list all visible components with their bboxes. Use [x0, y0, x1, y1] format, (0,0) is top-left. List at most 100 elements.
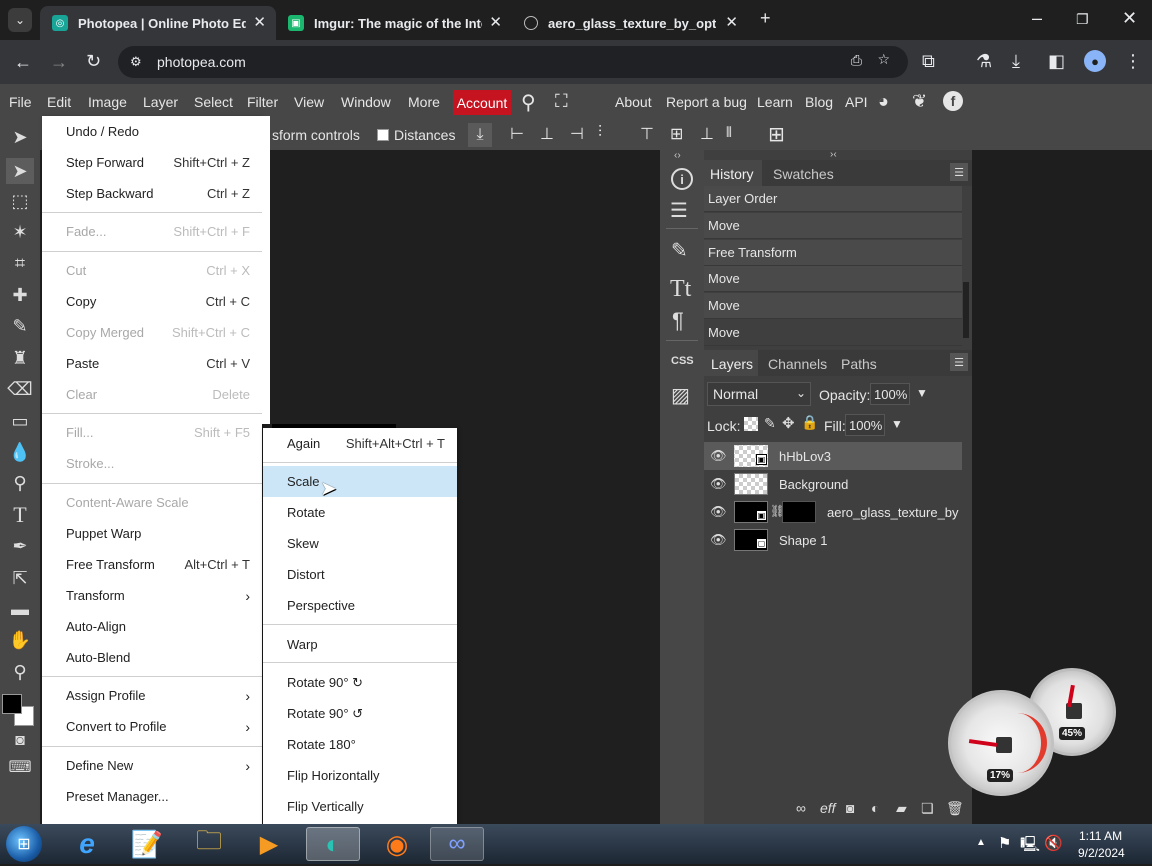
clock-date[interactable]: 9/2/2024 — [1078, 846, 1125, 860]
distribute-v-icon[interactable]: ⫴ — [726, 124, 732, 141]
edit-menu-item[interactable]: Step Forward Shift+Ctrl + Z — [42, 147, 262, 178]
link-about[interactable]: About — [615, 94, 652, 110]
new-layer-icon[interactable]: ❏ — [921, 800, 934, 817]
forward-icon[interactable]: → — [50, 52, 68, 73]
path-select-icon[interactable]: ⇱ — [6, 565, 34, 591]
edit-menu-item[interactable]: Copy Ctrl + C — [42, 286, 262, 317]
transform-menu-item[interactable]: Flip Vertically — [263, 791, 457, 822]
edit-menu-item[interactable]: Assign Profile › — [42, 680, 262, 711]
history-item-current[interactable]: Move — [704, 320, 962, 346]
layer-mask-thumbnail[interactable] — [782, 501, 816, 523]
distances-checkbox[interactable] — [377, 129, 389, 141]
align-middle-icon[interactable]: ⊞ — [670, 124, 683, 144]
css-icon[interactable]: CSS — [671, 355, 694, 367]
cpu-meter-gadget-main[interactable]: 17% — [948, 690, 1054, 796]
transform-menu-item[interactable]: Rotate 90° ↻ — [263, 667, 457, 698]
pen-tool-icon[interactable]: ✒ — [6, 533, 34, 559]
menu-file[interactable]: File — [9, 94, 32, 110]
transform-menu-item[interactable]: Again Shift+Alt+Ctrl + T — [263, 428, 457, 459]
fullscreen-icon[interactable]: ⛶ — [555, 91, 568, 112]
paragraph-icon[interactable]: ¶ — [672, 308, 684, 334]
menu-window[interactable]: Window — [341, 94, 391, 110]
close-tab-icon[interactable]: ✕ — [725, 13, 738, 31]
menu-edit[interactable]: Edit — [47, 94, 71, 110]
magic-wand-icon[interactable]: ✶ — [6, 219, 34, 245]
healing-tool-icon[interactable]: ✚ — [6, 282, 34, 308]
edit-menu-item[interactable]: Step Backward Ctrl + Z — [42, 178, 262, 209]
history-item[interactable]: Move — [704, 213, 962, 239]
transform-menu-item[interactable]: Perspective — [263, 590, 457, 621]
app-taskbar-icon[interactable]: ∞ — [430, 827, 484, 861]
download-arrow-icon[interactable]: ⤓ — [468, 123, 492, 147]
history-item[interactable]: Move — [704, 293, 962, 319]
lock-position-icon[interactable]: ✥ — [782, 414, 795, 432]
eye-icon[interactable]: 👁 — [710, 476, 727, 492]
notepad-taskbar-icon[interactable]: 📝 — [120, 827, 174, 861]
edit-menu-item[interactable]: Define New › — [42, 750, 262, 781]
history-item[interactable]: Free Transform — [704, 240, 962, 266]
close-window-icon[interactable]: ✕ — [1122, 8, 1137, 29]
minimize-icon[interactable]: – — [1032, 8, 1042, 29]
menu-image[interactable]: Image — [88, 94, 127, 110]
search-icon[interactable]: ⚲ — [521, 90, 536, 115]
history-panel-menu-icon[interactable]: ☰ — [950, 163, 968, 181]
network-icon[interactable]: 🖳 — [1020, 834, 1040, 859]
transform-menu-item[interactable]: Flip Horizontally — [263, 760, 457, 791]
chrome-menu-icon[interactable]: ⋮ — [1124, 51, 1142, 72]
zoom-tool-icon[interactable]: ⚲ — [6, 659, 34, 685]
text-tool-icon[interactable]: T — [6, 502, 34, 528]
browser-tab-imgur[interactable]: ▣ Imgur: The magic of the Internet ✕ — [276, 6, 512, 40]
edit-menu-item[interactable]: Preset Manager... — [42, 781, 262, 812]
action-center-flag-icon[interactable]: ⚑ — [998, 834, 1011, 852]
lock-transparency-icon[interactable] — [744, 417, 758, 431]
url-field[interactable]: ⚙ photopea.com ⎙ ☆ — [118, 46, 908, 78]
edit-menu-item[interactable]: Convert to Profile › — [42, 711, 262, 742]
profile-avatar[interactable]: ● — [1084, 50, 1106, 72]
gradient-tool-icon[interactable]: ▭ — [6, 408, 34, 434]
delete-layer-icon[interactable]: 🗑 — [946, 800, 964, 817]
download-icon[interactable]: ⤓ — [1012, 51, 1020, 72]
layer-row[interactable]: 👁 ▣ hHbLov3 — [704, 442, 962, 470]
edit-menu-item[interactable]: Puppet Warp — [42, 518, 262, 549]
tab-search-icon[interactable]: ⌄ — [8, 8, 32, 32]
history-scrollbar[interactable] — [963, 282, 969, 338]
tab-history[interactable]: History — [710, 166, 754, 182]
transform-menu-item[interactable]: Scale — [263, 466, 457, 497]
tab-layers[interactable]: Layers — [711, 356, 753, 372]
new-group-icon[interactable]: ▰ — [896, 800, 907, 817]
photopea-taskbar-icon[interactable]: ◐ — [306, 827, 360, 861]
align-top-icon[interactable]: ⊤ — [640, 124, 654, 144]
adjustment-layer-icon[interactable]: ◐ — [871, 800, 879, 816]
stamp-tool-icon[interactable]: ♜ — [6, 345, 34, 371]
transform-controls-label[interactable]: sform controls — [272, 127, 360, 143]
explorer-taskbar-icon[interactable]: 🗀 — [182, 825, 236, 861]
brush-tool-icon[interactable]: ✎ — [6, 313, 34, 339]
fill-dropdown-icon[interactable]: ▼ — [891, 417, 903, 431]
shape-tool-icon[interactable]: ▬ — [6, 596, 34, 622]
foreground-color-swatch[interactable] — [2, 694, 22, 714]
move-tool-icon[interactable]: ➤ — [6, 124, 34, 150]
eye-icon[interactable]: 👁 — [710, 448, 727, 464]
opacity-field[interactable]: 100% — [870, 383, 910, 405]
transform-menu-item[interactable]: Warp — [263, 629, 457, 660]
hand-tool-icon[interactable]: ✋ — [6, 627, 34, 653]
eye-icon[interactable]: 👁 — [710, 532, 727, 548]
history-item[interactable]: Layer Order — [704, 186, 962, 212]
site-info-icon[interactable]: ⚙ — [130, 54, 142, 70]
install-app-icon[interactable]: ⎙ — [851, 52, 862, 69]
dodge-tool-icon[interactable]: ⚲ — [6, 470, 34, 496]
tab-paths[interactable]: Paths — [841, 356, 877, 372]
close-tab-icon[interactable]: ✕ — [253, 13, 266, 31]
lock-all-icon[interactable]: 🔒 — [801, 414, 818, 431]
opacity-dropdown-icon[interactable]: ▼ — [916, 386, 928, 400]
tab-swatches[interactable]: Swatches — [773, 166, 834, 182]
menu-layer[interactable]: Layer — [143, 94, 178, 110]
image-icon[interactable]: ▨ — [671, 383, 690, 408]
adjustments-icon[interactable]: ☰ — [670, 198, 688, 223]
edit-menu-item[interactable]: Undo / Redo — [42, 116, 262, 147]
facebook-icon[interactable]: f — [943, 91, 963, 111]
browser-tab-aero[interactable]: aero_glass_texture_by_optimus ✕ — [512, 6, 748, 40]
crop-tool-icon[interactable]: ⌗ — [6, 250, 34, 276]
character-icon[interactable]: Tt — [670, 276, 691, 303]
transform-menu-item[interactable]: Rotate — [263, 497, 457, 528]
